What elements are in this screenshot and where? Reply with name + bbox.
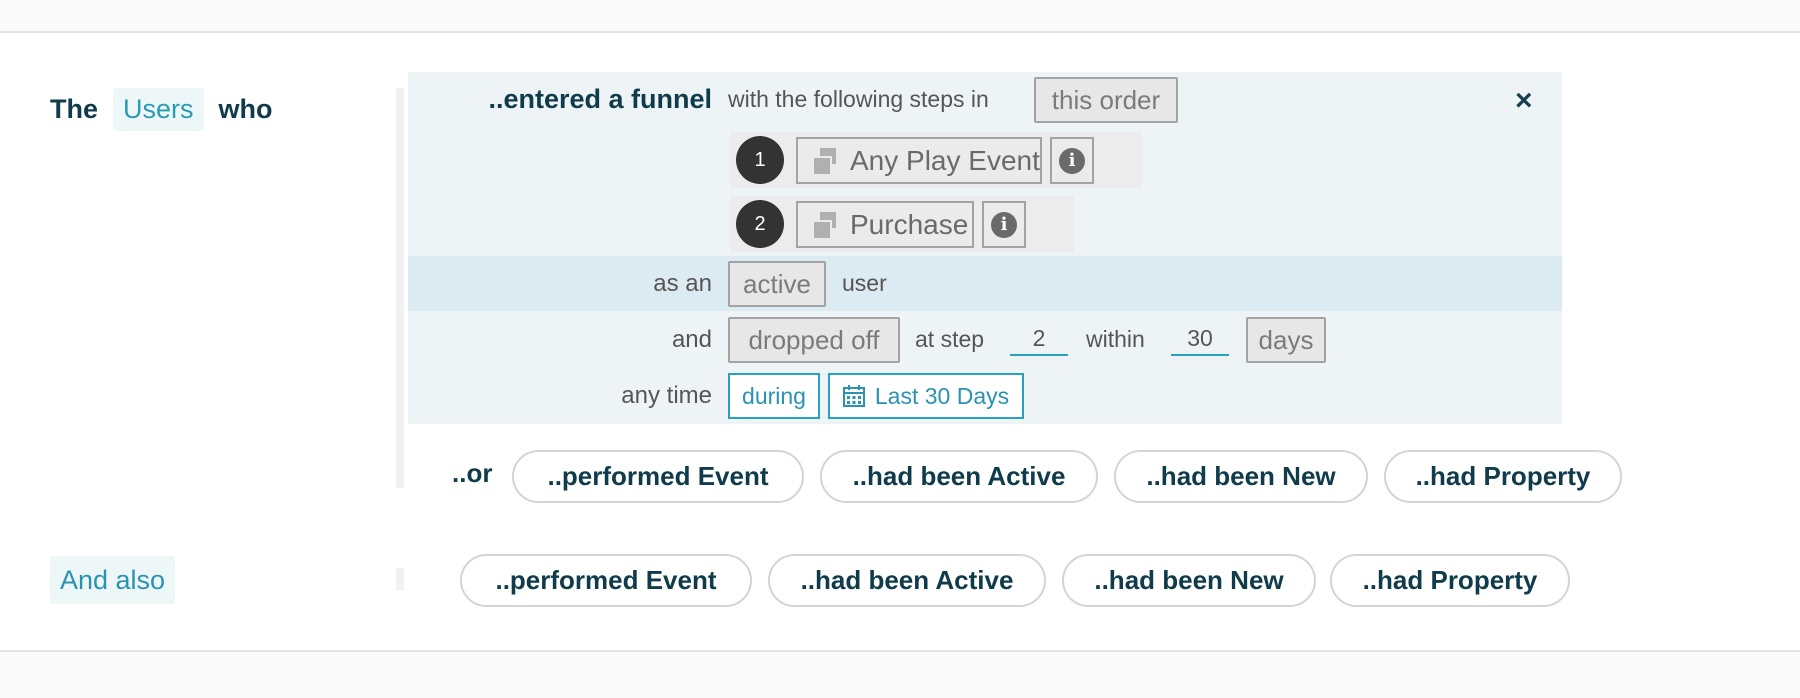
lead-the: The bbox=[50, 93, 99, 124]
and-had-been-new-button[interactable]: ..had been New bbox=[1062, 554, 1316, 607]
date-range-label: Last 30 Days bbox=[874, 382, 1010, 409]
duplicate-icon bbox=[812, 211, 838, 240]
entity-selector[interactable]: Users bbox=[113, 87, 204, 131]
step-number-badge: 1 bbox=[736, 136, 784, 184]
time-unit-select[interactable]: days bbox=[1246, 317, 1326, 363]
calendar-icon bbox=[842, 385, 865, 407]
step-event-label: Any Play Event bbox=[850, 144, 1040, 176]
step-event-button[interactable]: Purchase bbox=[796, 201, 974, 248]
info-icon: i bbox=[991, 211, 1017, 238]
and-had-property-button[interactable]: ..had Property bbox=[1330, 554, 1570, 607]
rule-title: ..entered a funnel bbox=[488, 84, 712, 114]
or-had-been-active-button[interactable]: ..had been Active bbox=[820, 450, 1098, 503]
order-select[interactable]: this order bbox=[1034, 77, 1178, 123]
rule-rail bbox=[396, 88, 404, 488]
user-state-select[interactable]: active bbox=[728, 261, 826, 307]
funnel-action-select[interactable]: dropped off bbox=[728, 317, 900, 363]
segment-lead: The Users who bbox=[50, 86, 273, 132]
or-label: ..or bbox=[452, 458, 493, 488]
or-performed-event-button[interactable]: ..performed Event bbox=[512, 450, 804, 503]
or-had-been-new-button[interactable]: ..had been New bbox=[1114, 450, 1368, 503]
or-had-property-button[interactable]: ..had Property bbox=[1384, 450, 1622, 503]
step-number-input[interactable] bbox=[1010, 322, 1068, 356]
within-days-input[interactable] bbox=[1171, 322, 1229, 356]
close-icon[interactable]: × bbox=[1515, 84, 1533, 118]
step-number-badge: 2 bbox=[736, 200, 784, 248]
user-word: user bbox=[842, 270, 887, 296]
any-time-label: any time bbox=[621, 382, 712, 409]
lead-who: who bbox=[218, 93, 273, 124]
step-info-button[interactable]: i bbox=[982, 201, 1026, 248]
info-icon: i bbox=[1059, 147, 1085, 174]
as-an-label: as an bbox=[653, 270, 712, 297]
within-label: within bbox=[1086, 326, 1145, 352]
with-steps-label: with the following steps in bbox=[728, 86, 989, 112]
step-info-button[interactable]: i bbox=[1050, 137, 1094, 184]
duplicate-icon bbox=[812, 147, 838, 176]
and-also-button[interactable]: And also bbox=[50, 556, 176, 604]
date-range-picker[interactable]: Last 30 Days bbox=[828, 373, 1024, 419]
step-event-button[interactable]: Any Play Event bbox=[796, 137, 1042, 184]
at-step-label: at step bbox=[915, 326, 985, 352]
and-performed-event-button[interactable]: ..performed Event bbox=[460, 554, 752, 607]
and-label: and bbox=[671, 326, 712, 353]
and-also-rail bbox=[396, 568, 404, 590]
time-mode-select[interactable]: during bbox=[728, 373, 820, 419]
and-had-been-active-button[interactable]: ..had been Active bbox=[768, 554, 1046, 607]
step-event-label: Purchase bbox=[850, 208, 969, 240]
